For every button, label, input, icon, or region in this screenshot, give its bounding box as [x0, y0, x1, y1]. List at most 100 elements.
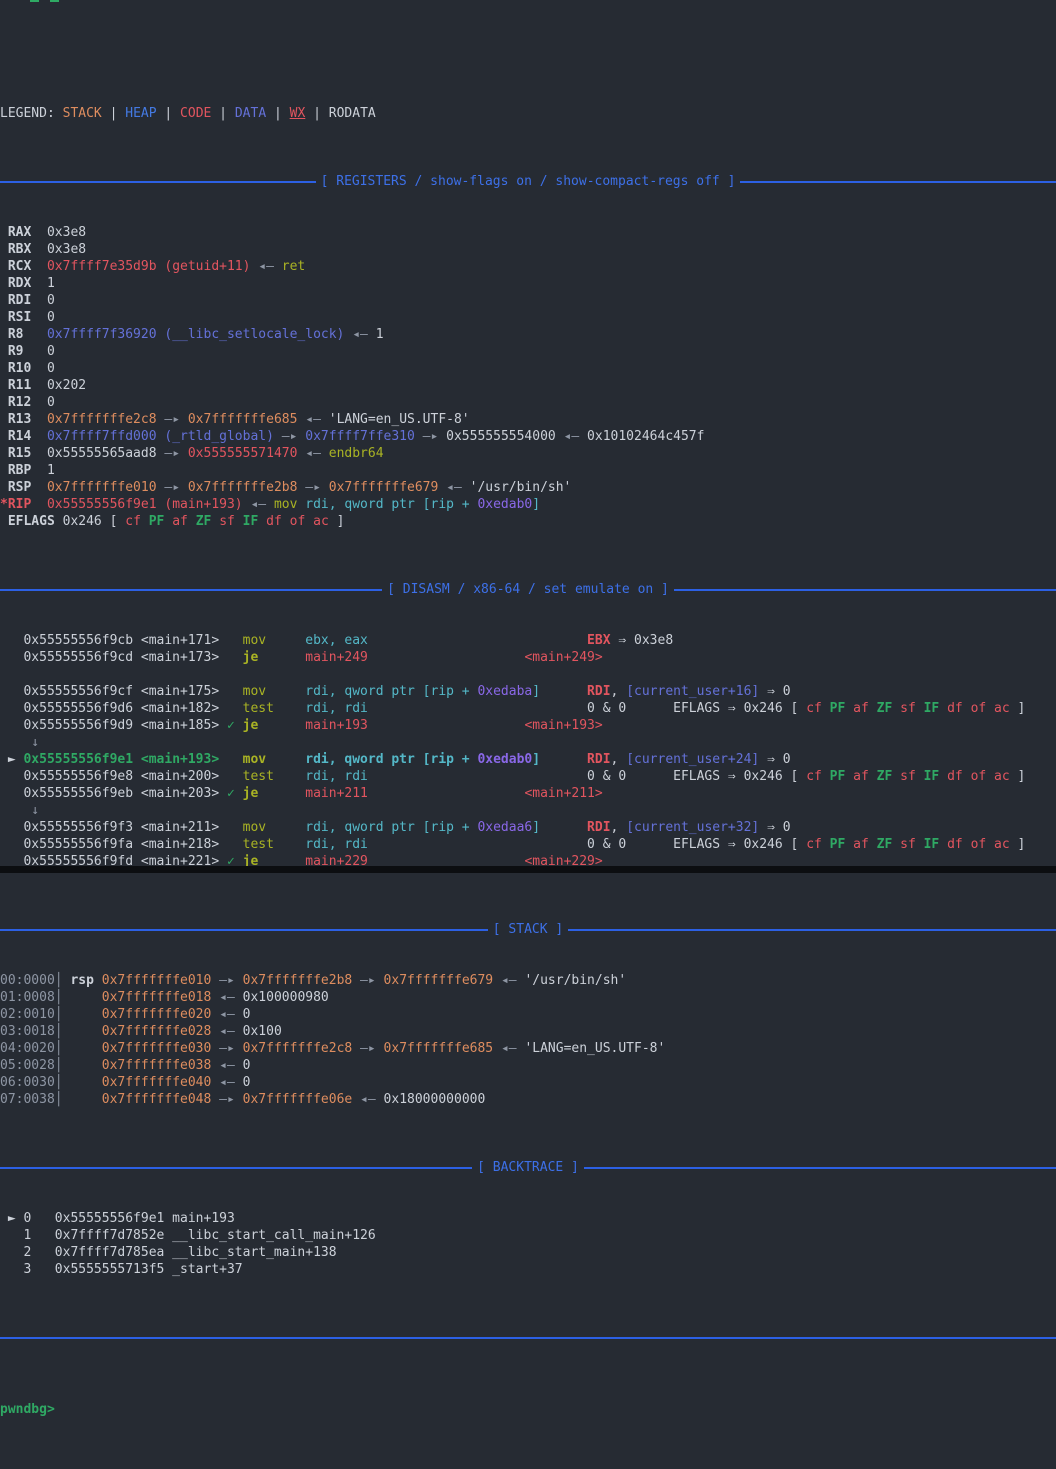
register-row-segment: 0x7fffffffe2c8 — [47, 412, 157, 427]
register-row-segment: 0x7fffffffe685 — [188, 412, 298, 427]
backtrace-row-segment: 2 0x7ffff7d785ea __libc_start_main+138 — [0, 1245, 337, 1260]
disasm-row-segment: 0 & 0 EFLAGS ⇒ 0x246 [ — [368, 837, 806, 852]
register-row-segment: ret — [282, 259, 305, 274]
register-row-segment: 0 — [47, 361, 55, 376]
legend-item: | — [266, 106, 289, 121]
register-row-segment: '/usr/bin/sh' — [470, 480, 572, 495]
stack-row-segment: 0x7fffffffe020 — [102, 1007, 212, 1022]
stack-row-segment: 03:0018│ — [0, 1024, 63, 1039]
stack-row-segment: 02:0010│ — [0, 1007, 63, 1022]
stack-row-segment: rsp — [63, 973, 102, 988]
stack-row-segment: 0x7fffffffe010 — [102, 973, 212, 988]
disasm-row-segment: 0x55555556f9e8 <main+200> — [0, 769, 243, 784]
legend-item: DATA — [235, 106, 266, 121]
disasm-row-segment: PF — [830, 701, 853, 716]
disasm-row-segment: test — [243, 837, 274, 852]
stack-row-segment: 0x7fffffffe030 — [102, 1041, 212, 1056]
disasm-row: 0x55555556f9cf <main+175> mov rdi, qword… — [0, 683, 1056, 700]
stack-row-segment: ◂— — [211, 1058, 242, 1073]
register-row-segment: RDI — [0, 293, 47, 308]
stack-row-segment: 'LANG=en_US.UTF-8' — [524, 1041, 665, 1056]
register-row-segment: 0 — [47, 310, 55, 325]
disasm-row-segment: [current_user+24] — [626, 752, 759, 767]
disasm-row-segment: ► — [0, 752, 23, 767]
stack-header-title: [ STACK ] — [488, 921, 568, 938]
disasm-row-segment: rdi, qword ptr [rip + — [305, 684, 477, 699]
stack-row-segment: 0x7fffffffe2c8 — [243, 1041, 353, 1056]
disasm-row: ↓ — [0, 802, 1056, 819]
stack-row-segment: —▸ — [211, 1092, 242, 1107]
divider-line — [0, 589, 382, 591]
register-row-segment: *RIP — [0, 497, 47, 512]
stack-row-segment — [63, 1058, 102, 1073]
disasm-row-segment: ⇒ 0 — [759, 820, 790, 835]
disasm-row-segment: mov — [243, 684, 266, 699]
legend-line: LEGEND: STACK | HEAP | CODE | DATA | WX … — [0, 105, 1056, 122]
register-row: RSI 0 — [0, 309, 1056, 326]
legend-item: | — [305, 106, 328, 121]
disasm-row: ↓ — [0, 734, 1056, 751]
register-row-segment: ◂— — [556, 429, 587, 444]
register-row: R9 0 — [0, 343, 1056, 360]
backtrace-row-segment: ► 0 0x55555556f9e1 main+193 — [0, 1211, 235, 1226]
stack-row-segment: ◂— — [211, 990, 242, 1005]
registers-header-title: [ REGISTERS / show-flags on / show-compa… — [316, 173, 741, 190]
divider-line — [0, 1167, 472, 1169]
register-row-segment: 1 — [47, 276, 55, 291]
register-row-segment: sf — [219, 514, 242, 529]
disasm-row-segment: je — [243, 786, 259, 801]
disasm-row-segment: ↓ — [0, 803, 39, 818]
disasm-row-segment — [258, 786, 305, 801]
disasm-row-segment — [235, 718, 243, 733]
disasm-row-segment: ] — [1010, 769, 1026, 784]
register-row-segment: RBP — [0, 463, 47, 478]
stack-row-segment: 01:0008│ — [0, 990, 63, 1005]
register-row-segment: R15 — [0, 446, 47, 461]
disasm-row: 0x55555556f9d6 <main+182> test rdi, rdi … — [0, 700, 1056, 717]
disasm-row-segment: ⇒ 0 — [759, 684, 790, 699]
stack-row-segment — [63, 990, 102, 1005]
divider-line — [740, 181, 1056, 183]
stack-row-segment: ◂— — [493, 973, 524, 988]
disasm-header: [ DISASM / x86-64 / set emulate on ] — [0, 581, 1056, 598]
disasm-row-segment — [266, 752, 305, 767]
stack-row-segment: —▸ — [211, 973, 242, 988]
register-row-segment: 0 — [47, 344, 55, 359]
divider-line — [0, 1337, 1056, 1339]
disasm-row-segment: ZF — [877, 837, 900, 852]
disasm-row-segment: af — [853, 837, 876, 852]
disasm-row-segment: ⇒ 0 — [759, 752, 790, 767]
disasm-row-segment: cf — [806, 701, 829, 716]
register-row-segment: 0x7ffff7ffe310 — [305, 429, 415, 444]
stack-row-segment — [63, 1007, 102, 1022]
register-row-segment: 'LANG=en_US.UTF-8' — [329, 412, 470, 427]
disasm-row-segment: [current_user+16] — [626, 684, 759, 699]
register-row-segment: df of ac — [266, 514, 329, 529]
disasm-row-segment: 0x55555556f9d9 <main+185> — [0, 718, 227, 733]
register-row-segment: 0x202 — [47, 378, 86, 393]
divider-line — [568, 929, 1056, 931]
prompt-input[interactable] — [55, 1401, 1056, 1418]
register-row: RDI 0 — [0, 292, 1056, 309]
register-row-segment: 0x3e8 — [47, 242, 86, 257]
divider-line — [0, 181, 316, 183]
stack-row-segment: 0x7fffffffe685 — [384, 1041, 494, 1056]
register-row-segment: RDX — [0, 276, 47, 291]
stack-row-segment: —▸ — [211, 1041, 242, 1056]
disasm-row-segment: sf — [900, 769, 923, 784]
register-row-segment: R13 — [0, 412, 47, 427]
prompt-label: pwndbg> — [0, 1401, 55, 1418]
stack-row-segment: 0x100000980 — [243, 990, 329, 1005]
stack-header: [ STACK ] — [0, 921, 1056, 938]
disasm-row-segment: test — [243, 769, 274, 784]
stack-row-segment: 0x7fffffffe040 — [102, 1075, 212, 1090]
disasm-row-segment: 0x55555556f9cb <main+171> — [0, 633, 243, 648]
disasm-row: ► 0x55555556f9e1 <main+193> mov rdi, qwo… — [0, 751, 1056, 768]
register-row-segment: 0x3e8 — [47, 225, 86, 240]
register-row-segment: 0x246 [ — [63, 514, 126, 529]
register-row-segment: rdi, qword ptr [rip + — [297, 497, 477, 512]
stack-row-segment: 0x7fffffffe028 — [102, 1024, 212, 1039]
disasm-row-segment: , — [611, 684, 627, 699]
register-row-segment: 0x7fffffffe2b8 — [188, 480, 298, 495]
disasm-row-segment: je — [243, 650, 259, 665]
